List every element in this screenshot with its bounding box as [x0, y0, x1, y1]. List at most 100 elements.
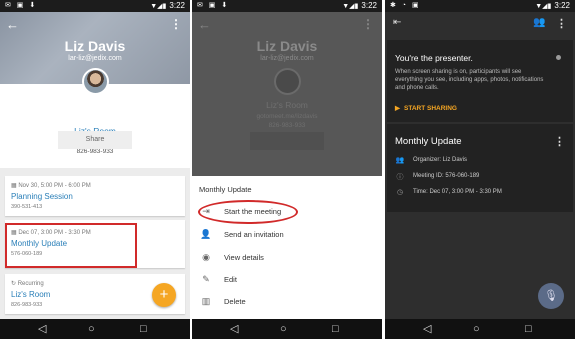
start-sharing-button[interactable]: ▶ START SHARING: [395, 104, 457, 112]
item-label: Delete: [224, 297, 246, 306]
nav-home-icon[interactable]: ○: [88, 322, 95, 336]
nav-back-icon[interactable]: ◁: [230, 322, 238, 336]
nav-bar: ◁ ○ □: [0, 319, 190, 339]
nav-back-icon[interactable]: ◁: [38, 322, 46, 336]
notification-icons: ✱ ◔ ▣: [390, 2, 421, 9]
meeting-title: Monthly Update: [11, 239, 68, 248]
overflow-menu-icon[interactable]: ⋮: [170, 17, 182, 31]
presenter-card: You're the presenter. When screen sharin…: [387, 40, 573, 122]
meeting-card-selected[interactable]: ▦ Dec 07, 3:00 PM - 3:30 PM Monthly Upda…: [5, 220, 185, 268]
exit-meeting-icon[interactable]: ⇤: [393, 17, 401, 28]
room-url: gotomeet.me/lizdavis: [256, 113, 318, 120]
signal-icon: ▼◢▮: [150, 3, 167, 10]
meeting-code: 826-983-933: [11, 302, 43, 308]
presenter-title: You're the presenter.: [395, 53, 473, 63]
clock-icon: ◷: [396, 189, 404, 196]
signal-icon: ▼◢▮: [342, 3, 359, 10]
overflow-menu-icon[interactable]: ⋮: [554, 135, 565, 148]
notification-icons: ✉ ▣ ⬇: [5, 2, 38, 9]
eye-icon: ◉: [202, 252, 210, 262]
room-phone: 826-983-933: [76, 148, 114, 155]
nav-recents-icon[interactable]: □: [525, 322, 532, 336]
meeting-code: 576-060-189: [11, 251, 43, 257]
meeting-title: Planning Session: [11, 192, 73, 201]
status-bar: ✱ ◔ ▣ ▼◢▮ 3:22: [385, 0, 575, 12]
dimmed-background[interactable]: ← ⋮ Liz Davis lar-liz@jedix.com Liz's Ro…: [192, 12, 382, 176]
nav-home-icon[interactable]: ○: [280, 322, 287, 336]
profile-email: lar-liz@jedix.com: [260, 55, 314, 62]
nav-recents-icon[interactable]: □: [332, 322, 339, 336]
add-meeting-button[interactable]: +: [152, 283, 176, 307]
item-label: Start the meeting: [224, 207, 282, 216]
play-icon: ▶: [395, 105, 400, 112]
meeting-id-row: ⓘ Meeting ID: 576-060-189: [395, 172, 569, 182]
time-row: ◷ Time: Dec 07, 3:00 PM - 3:30 PM: [395, 188, 569, 198]
profile-email: lar-liz@jedix.com: [68, 55, 122, 62]
trash-icon: ▥: [201, 296, 211, 306]
meeting-time: Recurring: [17, 281, 44, 287]
info-icon: ⓘ: [396, 174, 404, 181]
time-text: Time: Dec 07, 3:00 PM - 3:30 PM: [413, 189, 502, 195]
meeting-actions-screen: ✉ ▣ ⬇ ▼◢▮ 3:22 ← ⋮ Liz Davis lar-liz@jedi…: [192, 0, 382, 339]
share-button[interactable]: Share: [58, 131, 132, 149]
microphone-icon: 🎙: [544, 290, 558, 302]
action-sheet: Monthly Update ⇥ Start the meeting 👤 Sen…: [192, 176, 382, 319]
meeting-card[interactable]: ▦ Nov 30, 5:00 PM - 6:00 PM Planning Ses…: [5, 176, 185, 216]
start-meeting-icon: ⇥: [202, 206, 210, 216]
meeting-info-card: Monthly Update ⋮ 👥 Organizer: Liz Davis …: [387, 124, 573, 212]
share-button: [250, 132, 324, 150]
back-arrow-icon: ←: [198, 17, 211, 32]
meeting-title: Monthly Update: [395, 136, 462, 147]
notification-icons: ✉ ▣ ⬇: [197, 2, 230, 9]
back-arrow-icon[interactable]: ←: [6, 17, 19, 32]
nav-back-icon[interactable]: ◁: [423, 322, 431, 336]
send-invitation-item[interactable]: 👤 Send an invitation: [200, 229, 382, 243]
signal-icon: ▼◢▮: [535, 3, 552, 10]
in-meeting-screen: ✱ ◔ ▣ ▼◢▮ 3:22 ⇤ 👥 ⋮ You're the presenter…: [385, 0, 575, 339]
item-label: Send an invitation: [224, 230, 284, 239]
organizer-row: 👥 Organizer: Liz Davis: [395, 156, 569, 166]
profile-name: Liz Davis: [64, 38, 126, 54]
meeting-id-text: Meeting ID: 576-060-189: [413, 173, 480, 179]
nav-bar: ◁ ○ □: [192, 319, 382, 339]
view-details-item[interactable]: ◉ View details: [200, 252, 382, 266]
overflow-menu-icon: ⋮: [362, 17, 374, 31]
meeting-title: Liz's Room: [11, 290, 51, 299]
start-meeting-item[interactable]: ⇥ Start the meeting: [198, 200, 382, 224]
room-phone: 826-983-933: [268, 122, 306, 129]
start-sharing-label: START SHARING: [404, 105, 457, 112]
avatar: [82, 68, 109, 95]
presenter-description: When screen sharing is on, participants …: [395, 69, 544, 91]
status-bar: ✉ ▣ ⬇ ▼◢▮ 3:22: [0, 0, 190, 12]
status-bar: ✉ ▣ ⬇ ▼◢▮ 3:22: [192, 0, 382, 12]
meeting-time: Nov 30, 5:00 PM - 6:00 PM: [18, 183, 91, 189]
avatar: [274, 68, 301, 95]
microphone-button[interactable]: 🎙: [538, 283, 564, 309]
meeting-toolbar: ⇤ 👥 ⋮: [385, 12, 575, 36]
clock: 3:22: [554, 1, 570, 10]
overflow-menu-icon[interactable]: ⋮: [556, 17, 567, 30]
meeting-time: Dec 07, 3:00 PM - 3:30 PM: [18, 230, 91, 236]
people-icon: 👥: [395, 157, 405, 164]
room-title: Liz's Room: [266, 100, 308, 110]
nav-bar: ◁ ○ □: [385, 319, 575, 339]
status-dot-icon: [556, 55, 561, 60]
item-label: View details: [224, 253, 264, 262]
item-label: Edit: [224, 275, 237, 284]
profile-name: Liz Davis: [256, 38, 318, 54]
clock: 3:22: [361, 1, 377, 10]
nav-home-icon[interactable]: ○: [473, 322, 480, 336]
recurring-icon: ↻: [11, 281, 18, 287]
add-person-icon: 👤: [200, 229, 212, 239]
delete-item[interactable]: ▥ Delete: [200, 296, 382, 310]
room-card: Liz's Room gotomeet.me/lizdavis 826-983-…: [0, 84, 190, 168]
pencil-icon: ✎: [202, 274, 210, 284]
attendees-icon[interactable]: 👥: [533, 17, 545, 28]
sheet-title: Monthly Update: [199, 185, 252, 194]
nav-recents-icon[interactable]: □: [140, 322, 147, 336]
meetings-screen: ✉ ▣ ⬇ ▼◢▮ 3:22 ← ⋮ Liz Davis lar-liz@jedi…: [0, 0, 190, 339]
organizer-text: Organizer: Liz Davis: [413, 157, 468, 163]
clock: 3:22: [169, 1, 185, 10]
meeting-code: 390-531-413: [11, 204, 43, 210]
edit-item[interactable]: ✎ Edit: [200, 274, 382, 288]
